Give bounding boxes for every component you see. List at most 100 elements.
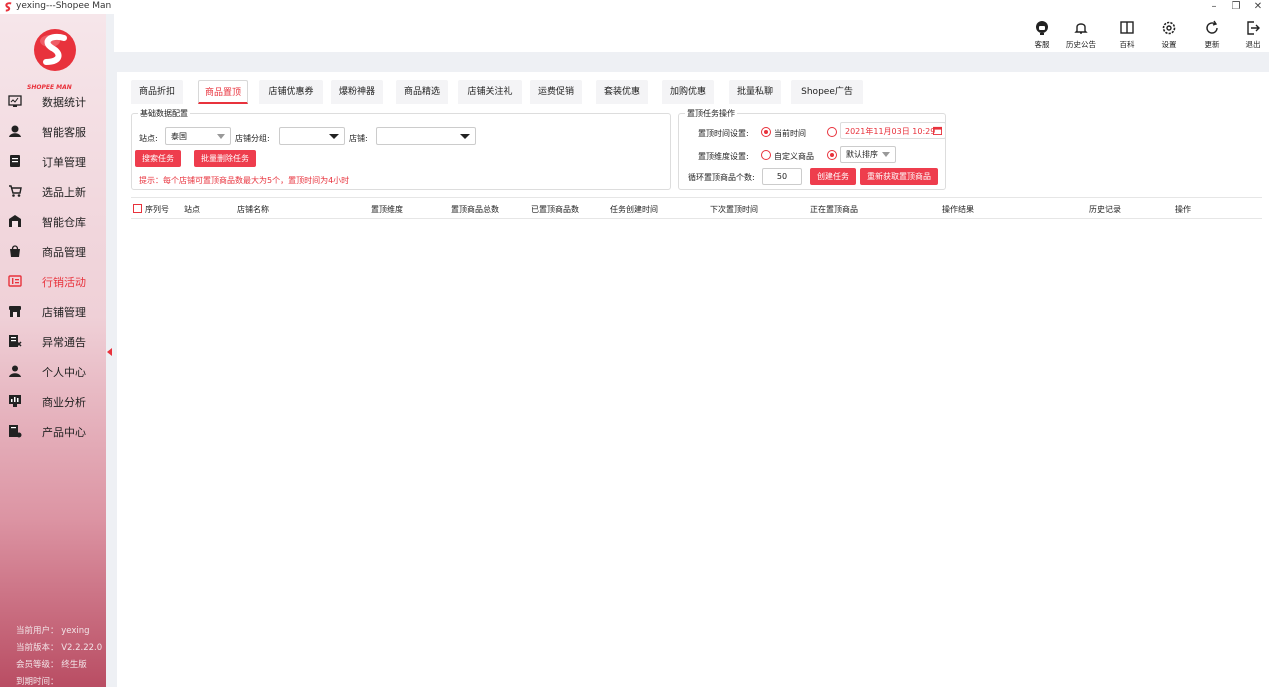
col-task-created-time: 任务创建时间 <box>610 205 658 214</box>
store-select[interactable] <box>376 127 476 145</box>
col-store-name: 店铺名称 <box>237 205 269 214</box>
alert-doc-icon <box>9 335 22 347</box>
refetch-top-products-button[interactable]: 重新获取置顶商品 <box>860 168 938 185</box>
task-table-header: 序列号 站点 店铺名称 置顶维度 置顶商品总数 已置顶商品数 任务创建时间 下次… <box>131 197 1262 219</box>
sidebar-item-orders[interactable]: 订单管理 <box>0 146 106 176</box>
current-user: 当前用户： yexing <box>16 626 90 636</box>
sidebar-item-label: 智能仓库 <box>42 216 86 229</box>
create-task-button[interactable]: 创建任务 <box>810 168 856 185</box>
sidebar-item-personal[interactable]: 个人中心 <box>0 356 106 386</box>
loop-count-input[interactable]: 50 <box>762 168 802 185</box>
site-select[interactable]: 泰国 <box>165 127 231 145</box>
hint-text: 提示：每个店铺可置顶商品数最大为5个，置顶时间为4小时 <box>139 176 350 185</box>
sidebar-item-label: 选品上新 <box>42 186 86 199</box>
chart-icon <box>8 95 22 107</box>
store-icon <box>9 306 21 317</box>
main-panel: 商品折扣 商品置顶 店铺优惠券 爆粉神器 商品精选 店铺关注礼 运费促销 套装优… <box>117 72 1269 687</box>
tab-shipping-promo[interactable]: 运费促销 <box>530 80 582 104</box>
radio-current-time[interactable] <box>761 127 771 137</box>
settings-button[interactable]: 设置 <box>1151 20 1187 52</box>
radio-default-sort[interactable] <box>827 150 837 160</box>
select-all-checkbox[interactable] <box>133 204 142 213</box>
history-notice-button[interactable]: 历史公告 <box>1063 20 1099 52</box>
sidebar-item-label: 商品管理 <box>42 246 86 259</box>
analysis-icon <box>9 395 21 407</box>
collapse-sidebar-arrow[interactable] <box>107 348 112 356</box>
tab-batch-chat[interactable]: 批量私聊 <box>729 80 781 104</box>
sidebar-item-label: 行销活动 <box>42 276 86 289</box>
current-version: 当前版本： V2.2.22.0 <box>16 643 103 653</box>
tab-shopee-ads[interactable]: Shopee广告 <box>791 80 863 104</box>
refresh-icon <box>1206 20 1218 34</box>
col-total-top-products: 置顶商品总数 <box>451 205 499 214</box>
group-legend: 基础数据配置 <box>140 109 188 118</box>
sidebar-item-data-stats[interactable]: 数据统计 <box>0 86 106 116</box>
order-icon <box>10 155 20 167</box>
shopee-man-logo <box>34 29 76 71</box>
tab-store-coupon[interactable]: 店铺优惠券 <box>259 80 323 104</box>
dimension-setting-label: 置顶维度设置: <box>698 152 749 161</box>
minimize-button[interactable]: – <box>1204 0 1224 14</box>
radio-current-time-label: 当前时间 <box>774 129 806 138</box>
update-button[interactable]: 更新 <box>1194 20 1230 52</box>
sidebar-item-business-analysis[interactable]: 商业分析 <box>0 386 106 416</box>
sidebar-item-warehouse[interactable]: 智能仓库 <box>0 206 106 236</box>
wiki-button[interactable]: 百科 <box>1109 20 1145 52</box>
col-site: 站点 <box>184 205 200 214</box>
radio-custom-products[interactable] <box>761 150 771 160</box>
warehouse-icon <box>9 215 21 227</box>
close-button[interactable]: ✕ <box>1248 0 1268 14</box>
group-legend: 置顶任务操作 <box>687 109 735 118</box>
col-actions: 操作 <box>1175 205 1191 214</box>
col-serial: 序列号 <box>145 205 169 214</box>
store-label: 店铺: <box>349 134 368 143</box>
tab-product-top[interactable]: 商品置顶 <box>198 80 248 104</box>
loop-count-label: 循环置顶商品个数: <box>688 173 755 182</box>
sidebar-item-label: 产品中心 <box>42 426 86 439</box>
tab-product-discount[interactable]: 商品折扣 <box>131 80 183 104</box>
customer-service-button[interactable]: 客服 <box>1024 20 1060 52</box>
sidebar-item-label: 个人中心 <box>42 366 86 379</box>
marketing-icon <box>8 275 22 287</box>
logout-button[interactable]: 退出 <box>1235 20 1269 52</box>
datetime-input[interactable]: 2021年11月03日 10:29 <box>840 122 946 139</box>
expire-time: 到期时间： <box>16 677 59 687</box>
col-current-top-product: 正在置顶商品 <box>810 205 858 214</box>
top-header: 客服 历史公告 百科 设置 更新 退出 <box>114 14 1269 52</box>
sort-select[interactable]: 默认排序 <box>840 146 896 163</box>
sidebar-item-alerts[interactable]: 异常通告 <box>0 326 106 356</box>
sidebar-item-goods[interactable]: 商品管理 <box>0 236 106 266</box>
cart-icon <box>9 185 22 197</box>
restore-button[interactable]: ❐ <box>1226 0 1246 14</box>
sidebar-item-product-select[interactable]: 选品上新 <box>0 176 106 206</box>
tab-add-on-deal[interactable]: 加购优惠 <box>662 80 714 104</box>
member-level: 会员等级： 终生版 <box>16 660 87 670</box>
app-logo-icon <box>5 2 12 12</box>
batch-delete-task-button[interactable]: 批量删除任务 <box>194 150 256 167</box>
search-task-button[interactable]: 搜索任务 <box>135 150 181 167</box>
store-group-select[interactable] <box>279 127 345 145</box>
sidebar-item-smart-service[interactable]: 智能客服 <box>0 116 106 146</box>
tab-featured-products[interactable]: 商品精选 <box>396 80 448 104</box>
user-service-icon <box>9 125 21 137</box>
person-icon <box>9 365 21 377</box>
sidebar-item-store[interactable]: 店铺管理 <box>0 296 106 326</box>
col-topped-products: 已置顶商品数 <box>531 205 579 214</box>
sidebar-item-product-center[interactable]: 产品中心 <box>0 416 106 446</box>
sidebar-item-label: 商业分析 <box>42 396 86 409</box>
logout-icon <box>1247 21 1260 35</box>
bag-icon <box>10 245 20 257</box>
sidebar-item-label: 订单管理 <box>42 156 86 169</box>
sidebar-item-label: 店铺管理 <box>42 306 86 319</box>
tab-fans-booster[interactable]: 爆粉神器 <box>331 80 383 104</box>
col-result: 操作结果 <box>942 205 974 214</box>
tab-bundle-deal[interactable]: 套装优惠 <box>596 80 648 104</box>
radio-custom-time[interactable] <box>827 127 837 137</box>
col-dimension: 置顶维度 <box>371 205 403 214</box>
radio-custom-products-label: 自定义商品 <box>774 152 814 161</box>
col-next-top-time: 下次置顶时间 <box>710 205 758 214</box>
tab-follow-gift[interactable]: 店铺关注礼 <box>458 80 522 104</box>
site-label: 站点: <box>139 134 158 143</box>
sidebar-item-marketing[interactable]: 行销活动 <box>0 266 106 296</box>
sidebar: SHOPEE MAN 数据统计 智能客服 订单管理 选品上新 智能仓库 商品管理… <box>0 14 106 687</box>
